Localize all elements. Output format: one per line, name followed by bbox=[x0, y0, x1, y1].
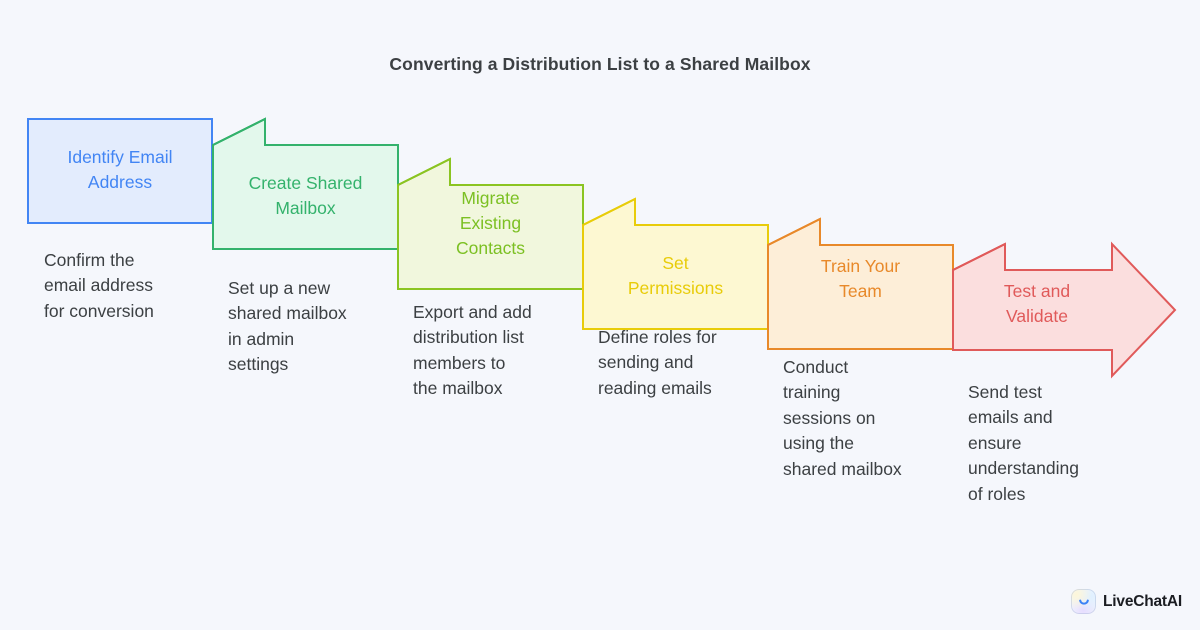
livechatai-smile-icon bbox=[1071, 589, 1097, 614]
step-2-caption: Set up a new shared mailbox in admin set… bbox=[228, 278, 347, 375]
step-4-caption: Define roles for sending and reading ema… bbox=[598, 327, 717, 398]
step-6-caption: Send test emails and ensure understandin… bbox=[968, 382, 1079, 504]
diagram-canvas: Converting a Distribution List to a Shar… bbox=[0, 0, 1200, 630]
step-3-caption: Export and add distribution list members… bbox=[413, 302, 532, 399]
step-1-caption: Confirm the email address for conversion bbox=[44, 250, 154, 321]
step-6-shape bbox=[952, 241, 1177, 379]
page-title: Converting a Distribution List to a Shar… bbox=[389, 54, 811, 74]
livechatai-wordmark: LiveChatAI bbox=[1103, 592, 1182, 610]
livechatai-logo[interactable]: LiveChatAI bbox=[1071, 589, 1182, 614]
step-5-caption: Conduct training sessions on using the s… bbox=[783, 357, 902, 479]
